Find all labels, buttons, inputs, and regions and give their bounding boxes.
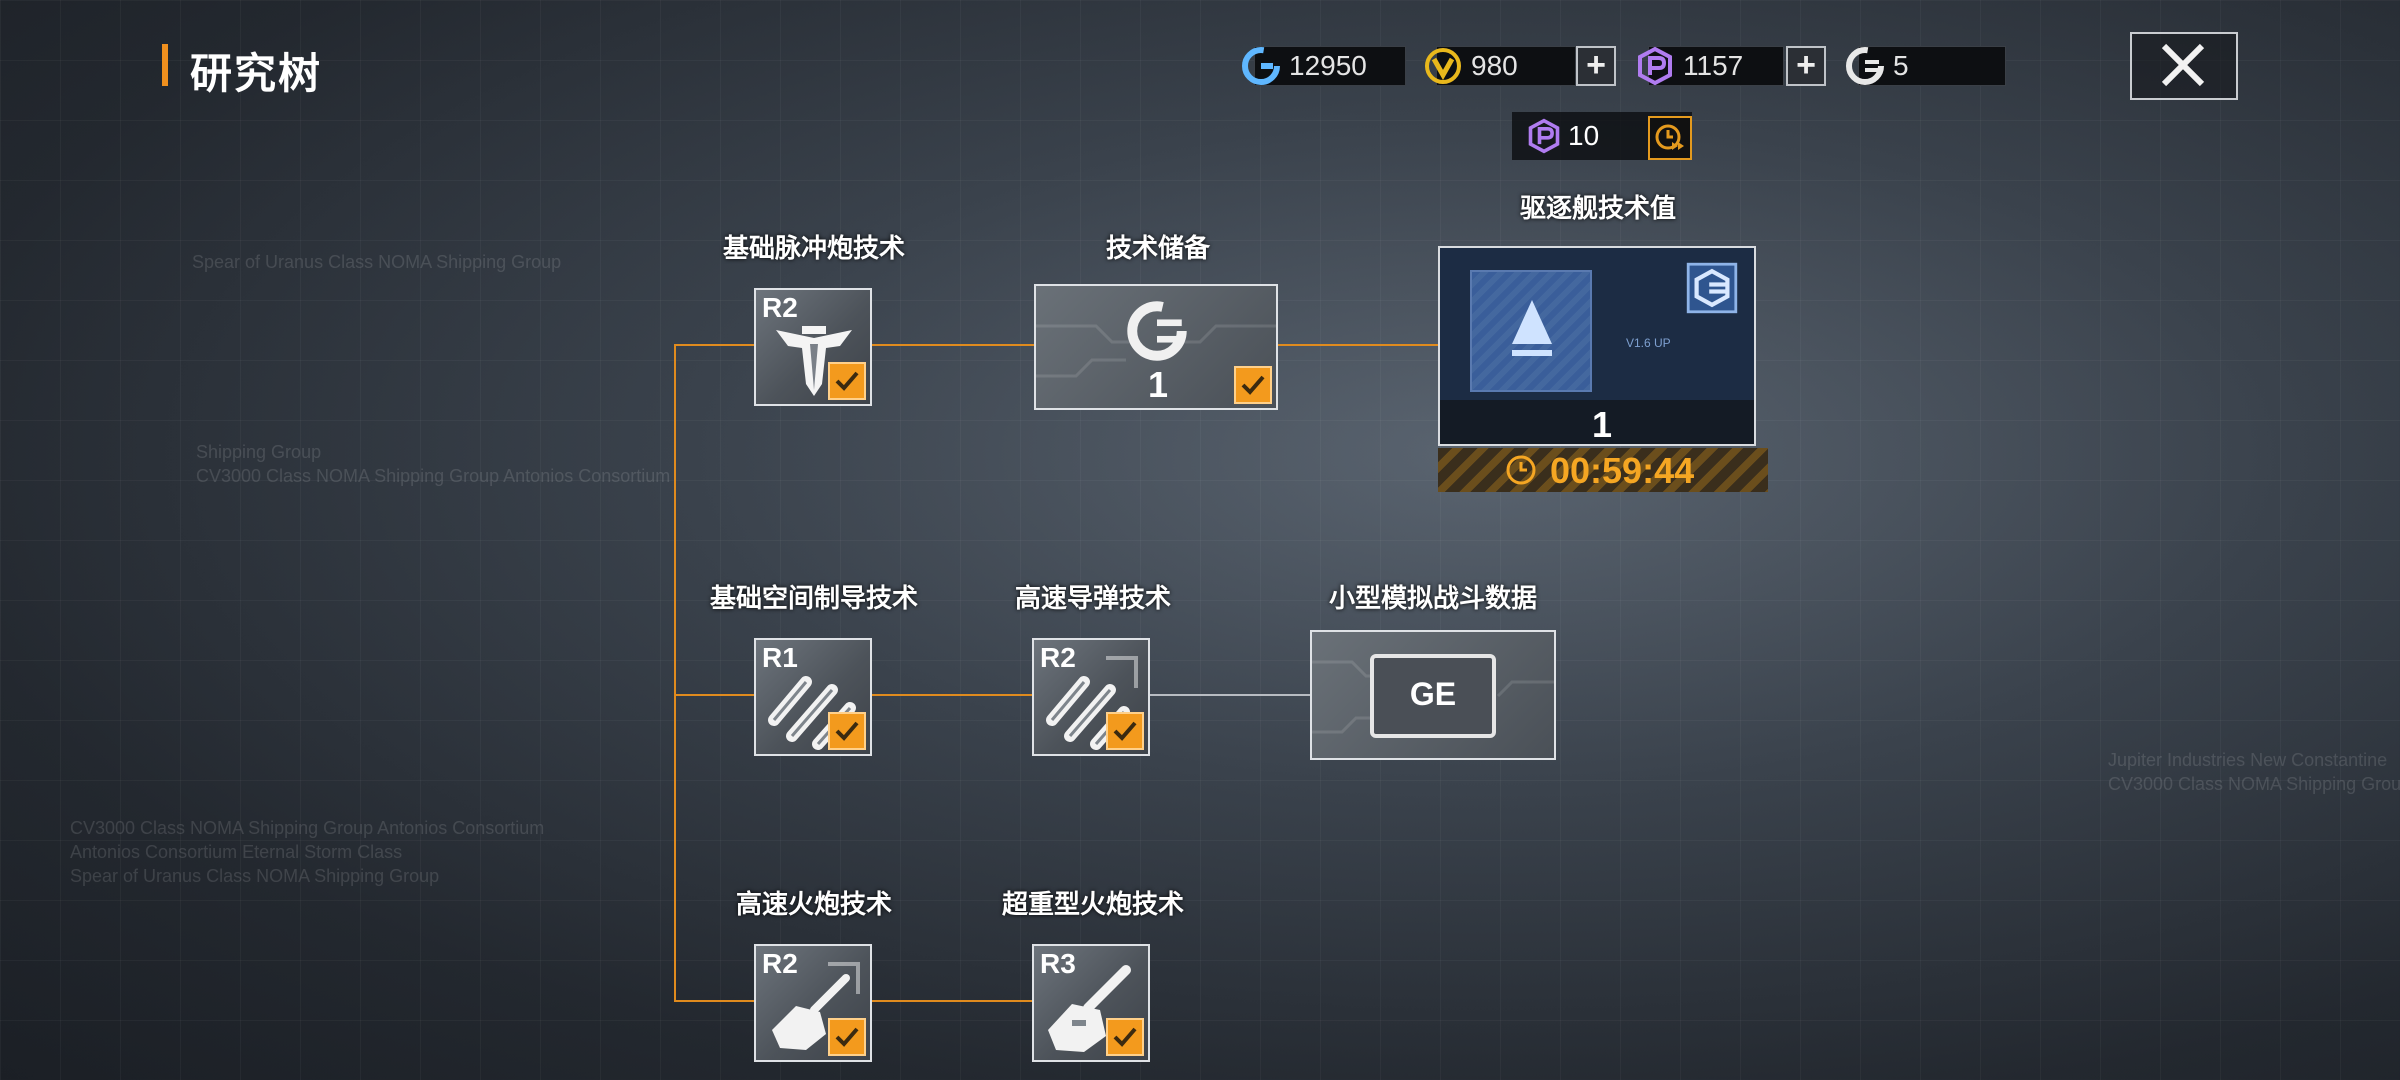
timer-text: 00:59:44 [1550,450,1695,491]
purple-p-coin-icon [1528,118,1560,154]
add-premium-button[interactable]: + [1786,46,1826,86]
bg-text: CV3000 Class NOMA Shipping Group Antonio… [196,466,671,486]
resource-value: 12950 [1289,50,1367,81]
rank-badge: R2 [762,948,798,979]
node-label: 基础空间制导技术 [709,583,918,613]
close-icon [2161,43,2205,87]
page-title: 研究树 [190,50,323,97]
destroyer-ship-icon [1512,300,1552,356]
checkmark-icon [1113,721,1137,741]
background-grid [0,0,2400,1080]
node-combat-data[interactable]: GE [1310,630,1556,760]
tree-connector [674,1000,754,1002]
clock-icon [1506,455,1536,485]
resource-gold: 980 [1425,46,1576,86]
completed-checkbox [828,362,866,400]
node-high-speed-missile[interactable]: R2 [1032,638,1150,756]
tech-badge-icon [1686,262,1738,314]
gold-v-coin-icon [1425,48,1461,84]
tree-connector [872,344,1034,346]
tree-connector [872,1000,1032,1002]
title-accent-bar [162,44,168,86]
bg-text: Spear of Uranus Class NOMA Shipping Grou… [70,866,440,886]
speedup-cost-value: 10 [1568,120,1600,151]
rank-badge: R2 [762,292,798,323]
bg-text: Antonios Consortium Eternal Storm Class [70,842,403,862]
tree-connector-locked [1150,694,1310,696]
tree-connector [674,694,754,696]
resource-premium: 1157 [1638,46,1784,86]
resource-credits: 12950 [1242,46,1406,86]
blue-g-coin-icon [1242,47,1280,85]
speedup-button[interactable] [1648,116,1692,160]
checkmark-icon [835,721,859,741]
holo-screen-text: V1.6 UP [1626,336,1671,350]
data-chip-icon: GE [1370,654,1496,738]
node-label: 超重型火炮技术 [1001,889,1184,919]
node-tech-reserve[interactable]: 1 [1034,284,1278,410]
node-super-heavy-cannon[interactable]: R3 [1032,944,1150,1062]
checkmark-icon [1113,1027,1137,1047]
rank-badge: R2 [1040,642,1076,673]
node-pulse-cannon[interactable]: R2 [754,288,872,406]
resource-value: 980 [1471,50,1518,81]
chip-text: GE [1409,676,1457,712]
white-g-token-icon [1846,47,1884,85]
completed-checkbox [1234,366,1272,404]
add-gold-button[interactable]: + [1576,46,1616,86]
clock-fast-forward-icon [1655,124,1684,150]
node-space-guidance[interactable]: R1 [754,638,872,756]
rank-badge: R1 [762,642,798,673]
bg-text: Shipping Group [196,442,322,462]
checkmark-icon [835,371,859,391]
purple-p-coin-icon [1638,46,1672,86]
resource-tech-token: 5 [1846,46,2006,86]
completed-checkbox [828,712,866,750]
resource-value: 5 [1893,50,1909,81]
node-high-speed-cannon[interactable]: R2 [754,944,872,1062]
node-label: 基础脉冲炮技术 [722,233,905,263]
completed-checkbox [828,1018,866,1056]
checkmark-icon [835,1027,859,1047]
node-label: 驱逐舰技术值 [1519,193,1676,223]
holo-panel [1470,270,1592,392]
item-count: 1 [1148,364,1169,405]
tech-token-icon [1127,301,1187,361]
completed-checkbox [1106,712,1144,750]
node-label: 高速火炮技术 [735,889,892,919]
tree-trunk-line [674,344,676,1002]
bg-text: CV3000 Class NOMA Shipping Group [2108,774,2400,794]
close-button[interactable] [2130,32,2238,100]
item-count: 1 [1592,404,1613,445]
research-timer: 00:59:44 [1438,448,1768,492]
rank-badge: R3 [1040,948,1076,979]
node-label: 小型模拟战斗数据 [1328,583,1537,613]
node-destroyer-tech[interactable]: V1.6 UP 1 [1438,246,1756,446]
completed-checkbox [1106,1018,1144,1056]
node-label: 技术储备 [1105,233,1210,263]
tree-connector [1278,344,1438,346]
bg-text: Spear of Uranus Class NOMA Shipping Grou… [192,252,562,272]
bg-text: Jupiter Industries New Constantine [2108,750,2388,770]
node-label: 高速导弹技术 [1014,583,1171,613]
bg-text: CV3000 Class NOMA Shipping Group Antonio… [70,818,545,838]
tree-connector [872,694,1032,696]
checkmark-icon [1241,375,1265,395]
resource-value: 1157 [1683,50,1744,81]
tree-connector [674,344,754,346]
